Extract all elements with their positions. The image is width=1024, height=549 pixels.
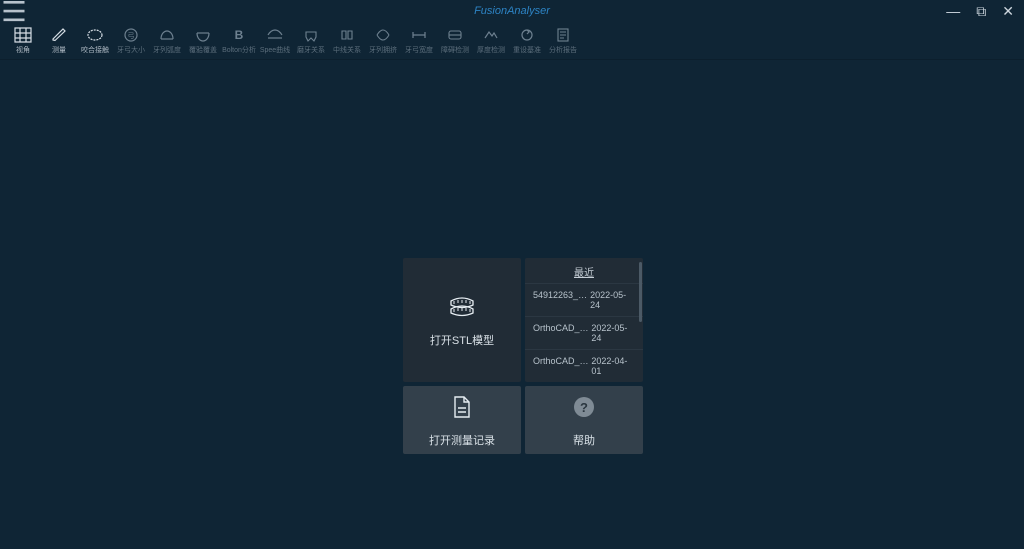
tile-open-record[interactable]: 打开测量记录 — [403, 386, 521, 454]
minimize-button[interactable]: — — [946, 3, 960, 20]
start-panel: 打开STL模型 最近 54912263_s… 2022-05-24 OrthoC… — [403, 258, 643, 454]
recent-item[interactable]: OrthoCAD_E… 2022-05-24 — [525, 316, 643, 349]
midline-icon — [338, 26, 356, 44]
molar-icon — [302, 26, 320, 44]
tool-arch-size[interactable]: 弓 牙弓大小 — [114, 26, 148, 55]
recent-header: 最近 — [566, 264, 602, 283]
pits-icon — [446, 26, 464, 44]
tile-open-record-label: 打开测量记录 — [429, 432, 495, 448]
tool-upper-arch[interactable]: 牙列弧度 — [150, 26, 184, 55]
tile-open-stl-label: 打开STL模型 — [430, 332, 494, 348]
tool-arch-width[interactable]: 牙弓宽度 — [402, 26, 436, 55]
svg-text:B: B — [235, 28, 244, 42]
file-icon — [452, 392, 472, 422]
overbite-icon — [194, 26, 212, 44]
arch-badge-icon: 弓 — [122, 26, 140, 44]
tool-overbite[interactable]: 覆𬌗覆盖 — [186, 26, 220, 55]
reset-icon — [518, 26, 536, 44]
tool-reset[interactable]: 重设基准 — [510, 26, 544, 55]
close-button[interactable]: ✕ — [1002, 3, 1014, 20]
tool-tooth-class[interactable]: 磨牙关系 — [294, 26, 328, 55]
tool-spee[interactable]: Spee曲线 — [258, 26, 292, 55]
bolton-icon: B — [230, 26, 248, 44]
spee-icon — [266, 26, 284, 44]
workspace: 打开STL模型 最近 54912263_s… 2022-05-24 OrthoC… — [0, 60, 1024, 549]
help-icon: ? — [574, 392, 594, 422]
width-icon — [410, 26, 428, 44]
tile-help-label: 帮助 — [573, 432, 595, 448]
crowding-icon — [374, 26, 392, 44]
hamburger-menu[interactable] — [0, 0, 28, 22]
tool-midline[interactable]: 中线关系 — [330, 26, 364, 55]
tile-help[interactable]: ? 帮助 — [525, 386, 643, 454]
grid-icon — [14, 26, 32, 44]
tool-measure[interactable]: 测量 — [42, 26, 76, 55]
thickness-icon — [482, 26, 500, 44]
maximize-button[interactable]: ⧉ — [976, 3, 986, 20]
occlusion-icon — [86, 26, 104, 44]
report-icon — [554, 26, 572, 44]
tool-occlusion[interactable]: 咬合接触 — [78, 26, 112, 55]
tool-crowding[interactable]: 牙列拥挤 — [366, 26, 400, 55]
tool-perspective[interactable]: 视角 — [6, 26, 40, 55]
app-title: FusionAnalyser — [0, 5, 1024, 17]
tool-analysis[interactable]: 分析报告 — [546, 26, 580, 55]
pencil-icon — [50, 26, 68, 44]
tool-pits[interactable]: 障碍检测 — [438, 26, 472, 55]
recent-item[interactable]: 54912263_s… 2022-05-24 — [525, 283, 643, 316]
toolbar: 视角 测量 咬合接触 弓 牙弓大小 牙列弧度 覆𬌗覆盖 B Bol — [0, 22, 1024, 60]
recent-item[interactable]: OrthoCAD_E… 2022-04-01 — [525, 349, 643, 382]
teeth-model-icon — [447, 292, 477, 322]
tool-thickness[interactable]: 厚度检测 — [474, 26, 508, 55]
arch-up-icon — [158, 26, 176, 44]
tile-recent: 最近 54912263_s… 2022-05-24 OrthoCAD_E… 20… — [525, 258, 643, 382]
tile-open-stl[interactable]: 打开STL模型 — [403, 258, 521, 382]
recent-scrollbar[interactable] — [639, 262, 642, 322]
title-bar: FusionAnalyser — ⧉ ✕ — [0, 0, 1024, 22]
tool-bolton[interactable]: B Bolton分析 — [222, 26, 256, 55]
svg-text:弓: 弓 — [128, 32, 135, 40]
